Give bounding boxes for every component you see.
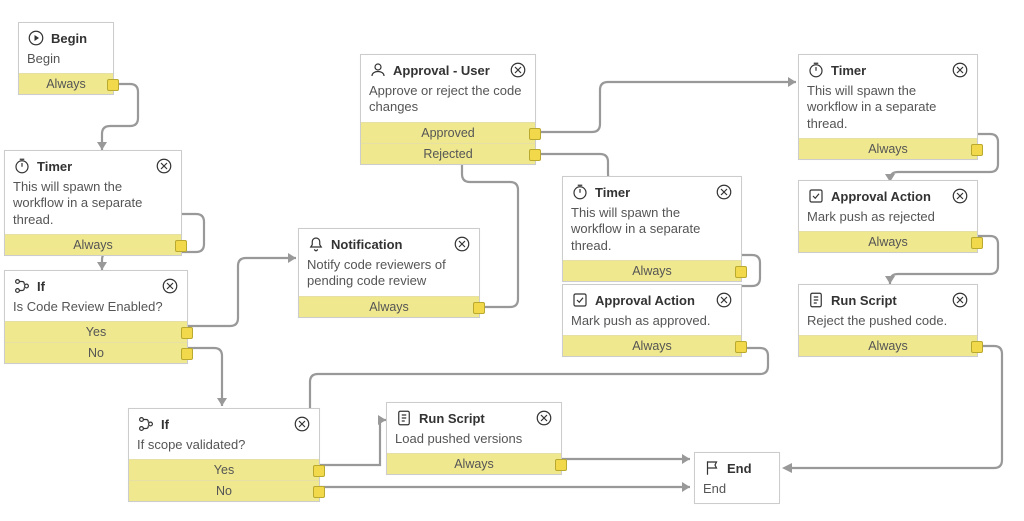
out-no[interactable]: No — [129, 480, 319, 501]
out-always[interactable]: Always — [19, 73, 113, 94]
node-title: Begin — [51, 31, 105, 46]
out-always[interactable]: Always — [387, 453, 561, 474]
bell-icon — [307, 235, 325, 253]
out-always[interactable]: Always — [799, 335, 977, 356]
close-icon[interactable] — [715, 291, 733, 309]
node-if-scope-validated[interactable]: If If scope validated? Yes No — [128, 408, 320, 502]
out-yes[interactable]: Yes — [5, 321, 187, 342]
node-title: Approval - User — [393, 63, 509, 78]
timer-icon — [13, 157, 31, 175]
node-desc: End — [695, 479, 779, 503]
node-title: Timer — [595, 185, 715, 200]
node-desc: Mark push as rejected — [799, 207, 977, 231]
node-if-code-review[interactable]: If Is Code Review Enabled? Yes No — [4, 270, 188, 364]
branch-icon — [137, 415, 155, 433]
node-desc: Mark push as approved. — [563, 311, 741, 335]
node-desc: Begin — [19, 49, 113, 73]
node-title: If — [161, 417, 293, 432]
out-always[interactable]: Always — [799, 231, 977, 252]
close-icon[interactable] — [453, 235, 471, 253]
node-title: Timer — [37, 159, 155, 174]
out-rejected[interactable]: Rejected — [361, 143, 535, 164]
node-end[interactable]: End End — [694, 452, 780, 504]
node-timer-2[interactable]: Timer This will spawn the workflow in a … — [562, 176, 742, 282]
check-icon — [807, 187, 825, 205]
out-always[interactable]: Always — [299, 296, 479, 317]
script-icon — [395, 409, 413, 427]
user-icon — [369, 61, 387, 79]
out-always[interactable]: Always — [799, 138, 977, 159]
node-desc: If scope validated? — [129, 435, 319, 459]
timer-icon — [807, 61, 825, 79]
node-desc: Approve or reject the code changes — [361, 81, 535, 122]
play-icon — [27, 29, 45, 47]
node-desc: This will spawn the workflow in a separa… — [799, 81, 977, 138]
out-always[interactable]: Always — [5, 234, 181, 255]
node-approval-action-approved[interactable]: Approval Action Mark push as approved. A… — [562, 284, 742, 357]
close-icon[interactable] — [951, 61, 969, 79]
branch-icon — [13, 277, 31, 295]
node-approval-user[interactable]: Approval - User Approve or reject the co… — [360, 54, 536, 165]
close-icon[interactable] — [951, 187, 969, 205]
node-approval-action-rejected[interactable]: Approval Action Mark push as rejected Al… — [798, 180, 978, 253]
close-icon[interactable] — [535, 409, 553, 427]
out-yes[interactable]: Yes — [129, 459, 319, 480]
node-title: If — [37, 279, 161, 294]
node-run-script-load[interactable]: Run Script Load pushed versions Always — [386, 402, 562, 475]
out-no[interactable]: No — [5, 342, 187, 363]
close-icon[interactable] — [715, 183, 733, 201]
node-desc: Is Code Review Enabled? — [5, 297, 187, 321]
node-title: Approval Action — [831, 189, 951, 204]
node-begin[interactable]: Begin Begin Always — [18, 22, 114, 95]
check-icon — [571, 291, 589, 309]
timer-icon — [571, 183, 589, 201]
out-always[interactable]: Always — [563, 335, 741, 356]
workflow-canvas: Begin Begin Always Timer This will spawn… — [0, 0, 1024, 521]
close-icon[interactable] — [951, 291, 969, 309]
node-title: End — [727, 461, 771, 476]
node-desc: This will spawn the workflow in a separa… — [563, 203, 741, 260]
close-icon[interactable] — [293, 415, 311, 433]
node-desc: Load pushed versions — [387, 429, 561, 453]
close-icon[interactable] — [155, 157, 173, 175]
node-desc: Notify code reviewers of pending code re… — [299, 255, 479, 296]
node-desc: Reject the pushed code. — [799, 311, 977, 335]
node-notification[interactable]: Notification Notify code reviewers of pe… — [298, 228, 480, 318]
node-timer-1[interactable]: Timer This will spawn the workflow in a … — [4, 150, 182, 256]
node-title: Approval Action — [595, 293, 715, 308]
node-title: Timer — [831, 63, 951, 78]
out-approved[interactable]: Approved — [361, 122, 535, 143]
out-always[interactable]: Always — [563, 260, 741, 281]
flag-icon — [703, 459, 721, 477]
node-timer-3[interactable]: Timer This will spawn the workflow in a … — [798, 54, 978, 160]
node-title: Run Script — [419, 411, 535, 426]
node-run-script-reject[interactable]: Run Script Reject the pushed code. Alway… — [798, 284, 978, 357]
node-title: Notification — [331, 237, 453, 252]
node-desc: This will spawn the workflow in a separa… — [5, 177, 181, 234]
node-title: Run Script — [831, 293, 951, 308]
script-icon — [807, 291, 825, 309]
close-icon[interactable] — [509, 61, 527, 79]
close-icon[interactable] — [161, 277, 179, 295]
